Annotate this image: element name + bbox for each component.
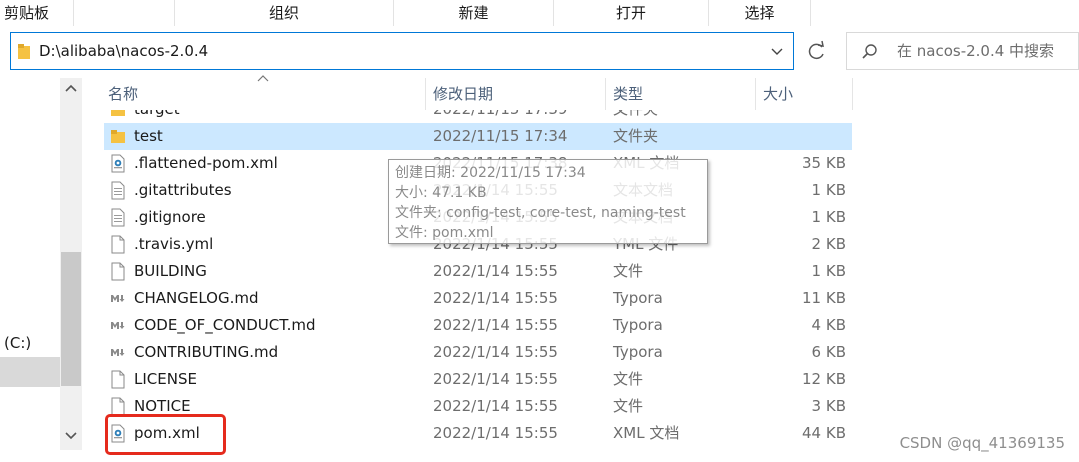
file-row[interactable]: test 2022/11/15 17:34 文件夹 [104, 123, 852, 150]
nav-scroll-thumb[interactable] [61, 252, 81, 386]
xml-file-icon [110, 154, 126, 173]
file-date: 2022/1/14 15:55 [433, 397, 558, 415]
file-size: 1 KB [811, 262, 846, 280]
nav-selected-item[interactable] [0, 357, 60, 387]
file-date: 2022/1/14 15:55 [433, 424, 558, 442]
file-date: 2022/1/14 15:55 [433, 343, 558, 361]
file-name: CONTRIBUTING.md [134, 343, 279, 361]
search-box[interactable]: 在 nacos-2.0.4 中搜索 [846, 32, 1079, 70]
folder-icon [18, 44, 30, 59]
file-date: 2022/11/15 17:34 [433, 127, 568, 145]
file-type: Typora [613, 316, 663, 334]
tooltip-size: 大小: 47.1 KB [395, 185, 487, 201]
file-name: LICENSE [134, 370, 197, 388]
column-header-size[interactable]: 大小 [763, 78, 851, 110]
file-size: 1 KB [811, 181, 846, 199]
file-name: .gitattributes [134, 181, 232, 199]
column-divider[interactable] [425, 78, 426, 110]
column-divider[interactable] [605, 78, 606, 110]
file-name: .flattened-pom.xml [134, 154, 278, 172]
file-date: 2022/1/14 15:55 [433, 370, 558, 388]
ribbon-group-select[interactable]: 选择 [709, 0, 811, 26]
file-date: 2022/1/14 15:55 [433, 316, 558, 334]
search-icon [862, 44, 877, 59]
ribbon-bar: 剪贴板 组织 新建 打开 选择 [0, 0, 1079, 26]
scroll-up-icon[interactable] [64, 82, 78, 94]
file-type: Typora [613, 289, 663, 307]
highlight-annotation [105, 414, 226, 455]
file-type: Typora [613, 343, 663, 361]
text-file-icon [110, 181, 126, 200]
tooltip-folders: 文件夹: config-test, core-test, naming-test [395, 205, 686, 221]
ribbon-group-organize[interactable]: 组织 [174, 0, 394, 26]
column-header-name[interactable]: 名称 [108, 78, 424, 110]
folder-icon [110, 110, 126, 118]
nav-drive-c[interactable]: (C:) [4, 333, 31, 353]
file-size: 2 KB [811, 235, 846, 253]
markdown-file-icon [110, 289, 126, 308]
file-row[interactable]: CONTRIBUTING.md 2022/1/14 15:55 Typora 6 KB [104, 339, 852, 366]
file-name: BUILDING [134, 262, 207, 280]
file-date: 2022/11/15 17:39 [433, 110, 567, 118]
file-row[interactable]: BUILDING 2022/1/14 15:55 文件 1 KB [104, 258, 852, 285]
file-type: 文件 [613, 262, 644, 280]
file-row[interactable]: target 2022/11/15 17:39 文件夹 [104, 110, 852, 118]
tooltip-created: 创建日期: 2022/11/15 17:34 [395, 165, 586, 181]
file-date: 2022/1/14 15:55 [433, 289, 558, 307]
address-bar[interactable]: D:\alibaba\nacos-2.0.4 [10, 32, 794, 70]
column-divider[interactable] [852, 78, 853, 110]
chevron-down-icon[interactable] [767, 41, 787, 61]
file-size: 6 KB [811, 343, 846, 361]
file-name: CHANGELOG.md [134, 289, 259, 307]
scroll-down-icon[interactable] [64, 430, 78, 442]
file-name: test [134, 127, 163, 145]
ribbon-group-clipboard[interactable]: 剪贴板 [0, 0, 74, 26]
file-row[interactable]: CHANGELOG.md 2022/1/14 15:55 Typora 11 KB [104, 285, 852, 312]
file-size: 3 KB [811, 397, 846, 415]
folder-icon [110, 127, 126, 146]
file-type: XML 文档 [613, 424, 680, 442]
markdown-file-icon [110, 316, 126, 335]
file-size: 11 KB [802, 289, 846, 307]
file-size: 35 KB [802, 154, 846, 172]
file-type: 文件夹 [613, 127, 659, 145]
file-row[interactable]: LICENSE 2022/1/14 15:55 文件 12 KB [104, 366, 852, 393]
text-file-icon [110, 208, 126, 227]
file-type: 文件 [613, 370, 644, 388]
file-name: .travis.yml [134, 235, 214, 253]
column-header-date[interactable]: 修改日期 [433, 78, 603, 110]
file-type: 文件夹 [613, 110, 658, 118]
file-icon [110, 262, 126, 281]
folder-tooltip: 创建日期: 2022/11/15 17:34 大小: 47.1 KB 文件夹: … [388, 159, 708, 244]
file-icon [110, 235, 126, 254]
search-placeholder[interactable]: 在 nacos-2.0.4 中搜索 [897, 33, 1054, 69]
file-name: CODE_OF_CONDUCT.md [134, 316, 316, 334]
nav-scrollbar[interactable] [60, 78, 82, 450]
address-path[interactable]: D:\alibaba\nacos-2.0.4 [39, 33, 208, 69]
file-size: 44 KB [802, 424, 846, 442]
file-name: .gitignore [134, 208, 206, 226]
ribbon-group-new[interactable]: 新建 [394, 0, 554, 26]
markdown-file-icon [110, 343, 126, 362]
watermark: CSDN @qq_41369135 [899, 434, 1065, 452]
tooltip-files: 文件: pom.xml [395, 225, 494, 241]
column-divider[interactable] [755, 78, 756, 110]
refresh-icon[interactable] [801, 34, 833, 70]
column-header-type[interactable]: 类型 [613, 78, 753, 110]
file-date: 2022/1/14 15:55 [433, 262, 558, 280]
file-size: 12 KB [802, 370, 846, 388]
file-size: 4 KB [811, 316, 846, 334]
file-size: 1 KB [811, 208, 846, 226]
ribbon-group-open[interactable]: 打开 [554, 0, 709, 26]
file-type: 文件 [613, 397, 644, 415]
file-icon [110, 370, 126, 389]
file-name: target [134, 110, 180, 118]
file-row[interactable]: CODE_OF_CONDUCT.md 2022/1/14 15:55 Typora 4… [104, 312, 852, 339]
